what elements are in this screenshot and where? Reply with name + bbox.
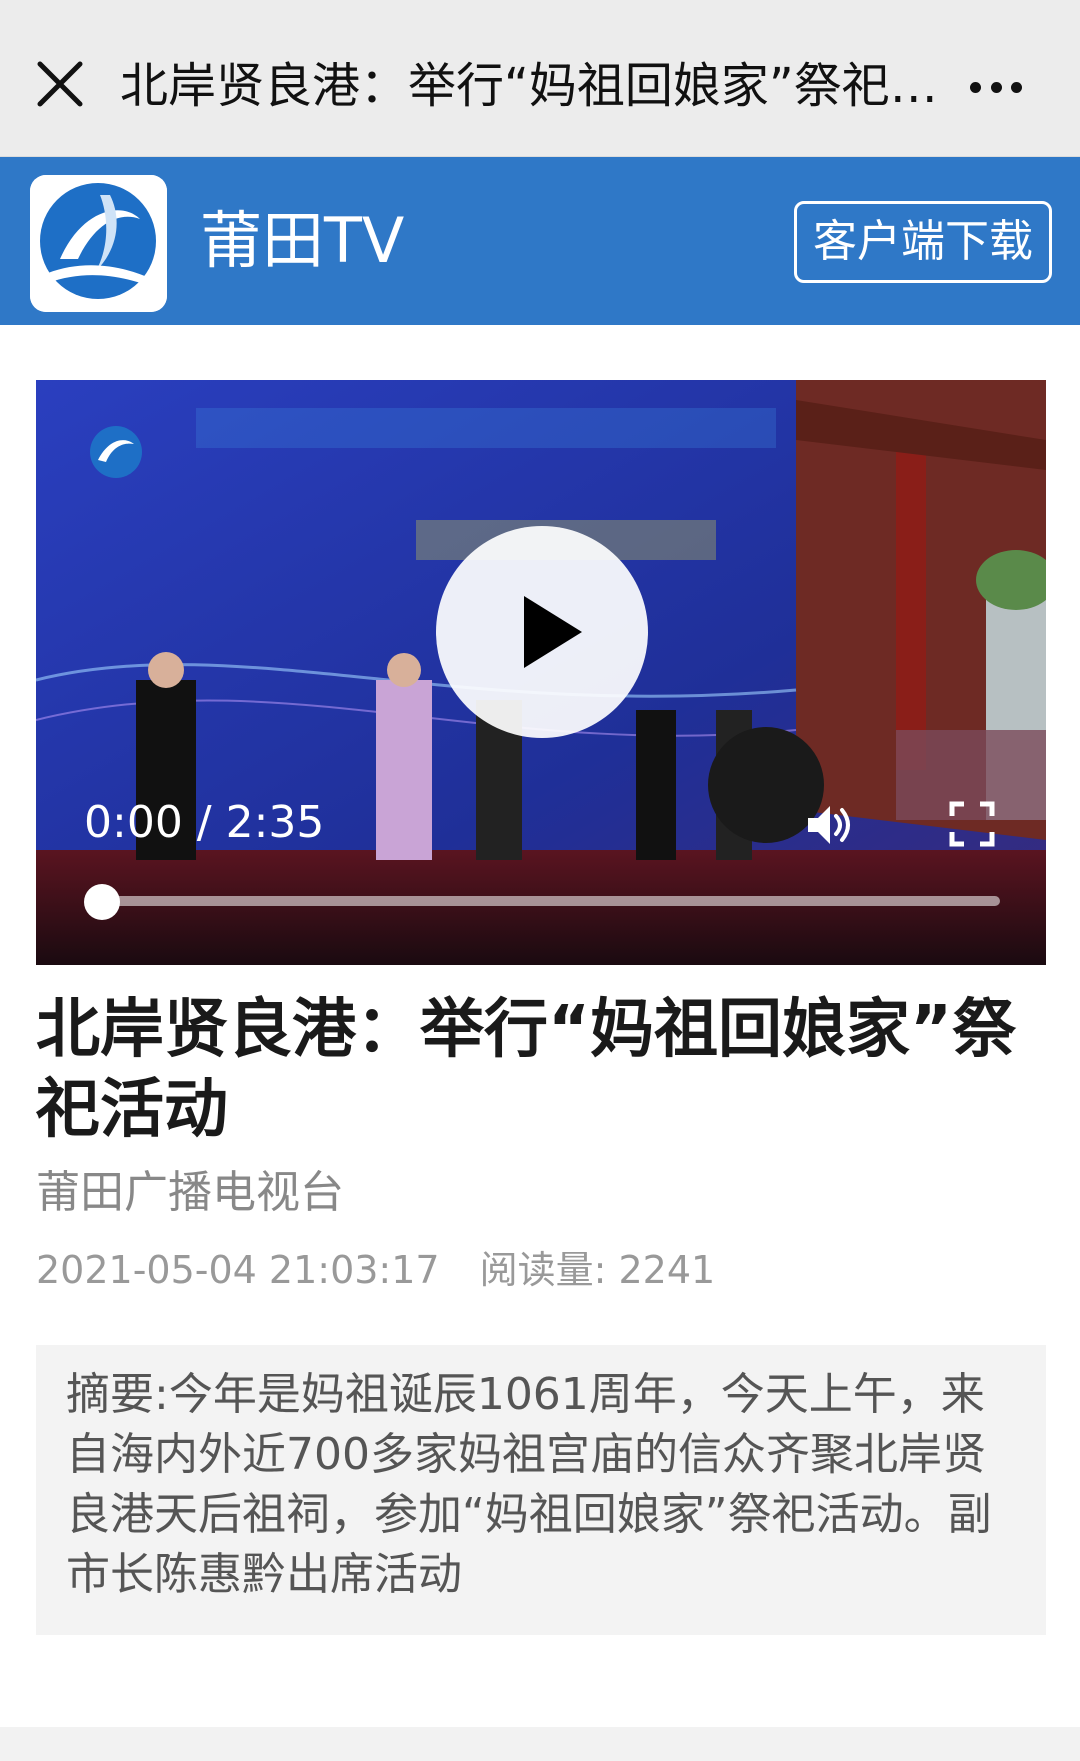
brand-name: 莆田TV — [200, 204, 405, 277]
more-icon[interactable] — [966, 72, 1026, 102]
article-title: 北岸贤良港：举行“妈祖回娘家”祭祀活动 — [36, 993, 1017, 1147]
article-datetime: 2021-05-04 21:03:17 — [36, 1248, 440, 1292]
app-logo — [30, 175, 167, 312]
video-progress-bar[interactable] — [102, 896, 1000, 906]
article-summary: 摘要:今年是妈祖诞辰1061周年，今天上午，来自海内外近700多家妈祖宫庙的信众… — [36, 1345, 1046, 1635]
brand-bar: 莆田TV 客户端下载 — [0, 157, 1080, 325]
video-progress-handle[interactable] — [84, 884, 120, 920]
summary-text: 摘要:今年是妈祖诞辰1061周年，今天上午，来自海内外近700多家妈祖宫庙的信众… — [66, 1369, 992, 1600]
play-icon — [524, 596, 582, 668]
read-count: 阅读量: 2241 — [479, 1248, 716, 1292]
top-bar: 北岸贤良港：举行“妈祖回娘家”祭祀活动 — [0, 0, 1080, 157]
fullscreen-icon[interactable] — [948, 800, 996, 848]
play-button[interactable] — [436, 526, 648, 738]
main-content: 0:00 / 2:35 北岸贤良港：举行“妈祖回娘家”祭祀活动 莆田广播电视台 … — [0, 325, 1080, 1727]
article-source: 莆田广播电视台 — [36, 1167, 344, 1218]
video-player[interactable]: 0:00 / 2:35 — [36, 380, 1046, 965]
volume-icon[interactable] — [802, 798, 856, 852]
video-time: 0:00 / 2:35 — [84, 797, 325, 848]
close-icon[interactable] — [32, 56, 88, 112]
download-app-button[interactable]: 客户端下载 — [794, 201, 1052, 283]
article-meta: 2021-05-04 21:03:17 阅读量: 2241 — [36, 1245, 715, 1295]
page-title: 北岸贤良港：举行“妈祖回娘家”祭祀活动 — [120, 58, 960, 114]
